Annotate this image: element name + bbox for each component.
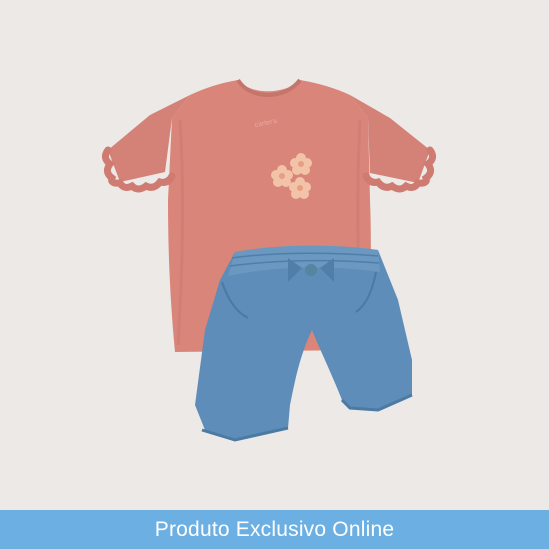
product-image: carter's (0, 0, 549, 510)
banner-label: Produto Exclusivo Online (154, 517, 395, 541)
product-card[interactable]: carter's Produto Exclusivo Online (0, 0, 549, 549)
exclusive-online-banner: Produto Exclusivo Online (0, 510, 549, 549)
